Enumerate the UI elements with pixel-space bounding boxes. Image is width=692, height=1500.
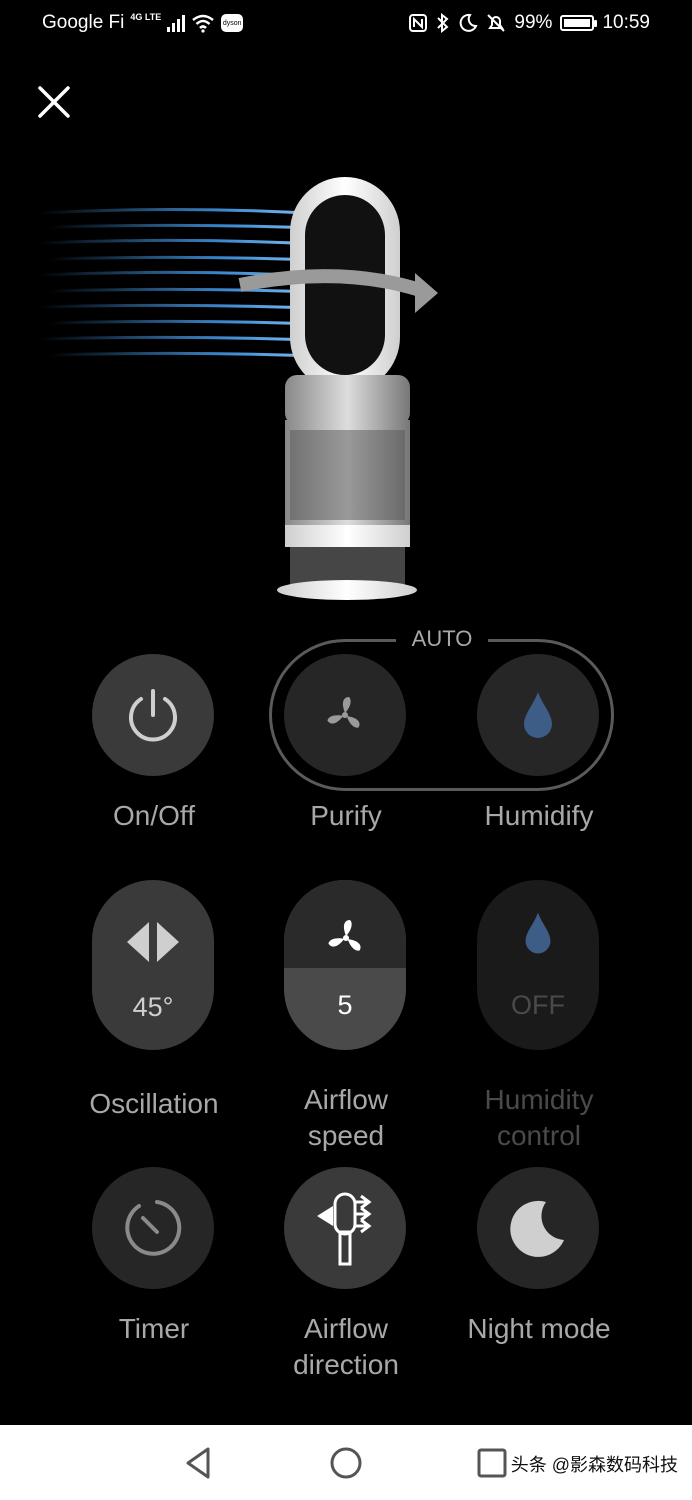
airflow-speed-button[interactable]: 5 <box>284 880 406 1050</box>
back-triangle-icon <box>186 1447 210 1479</box>
purifier-device-image <box>40 177 438 600</box>
purify-label: Purify <box>310 800 382 831</box>
airflow-direction-label-line1: Airflow <box>303 1313 388 1344</box>
humidity-control-value: OFF <box>511 990 565 1020</box>
night-mode-label: Night mode <box>467 1313 611 1344</box>
humidity-control-label-line2: control <box>496 1120 582 1151</box>
airflow-direction-label-line2: direction <box>293 1349 399 1380</box>
status-left: Google Fi 4G LTE dyson <box>42 12 244 34</box>
home-circle-icon <box>330 1447 362 1479</box>
oscillation-label: Oscillation <box>89 1088 219 1119</box>
home-button[interactable] <box>326 1443 366 1483</box>
back-button[interactable] <box>180 1443 220 1483</box>
humidify-label: Humidify <box>484 800 594 831</box>
night-mode-button[interactable] <box>477 1167 599 1289</box>
purify-button[interactable] <box>284 654 406 776</box>
oscillation-button[interactable]: 45° <box>92 880 214 1050</box>
humidity-control-button[interactable]: OFF <box>477 880 599 1050</box>
airflow-speed-value: 5 <box>337 990 353 1020</box>
airflow-direction-icon <box>317 1192 372 1266</box>
oscillation-arrows-icon <box>127 922 179 962</box>
network-type: 4G LTE <box>130 12 162 22</box>
humidity-control-label-line1: Humidity <box>484 1084 594 1115</box>
watermark-text: 头条 @影森数码科技 <box>510 1455 678 1475</box>
airflow-speed-label-line2: speed <box>307 1120 385 1151</box>
close-button[interactable] <box>34 82 74 122</box>
recents-button[interactable] <box>472 1443 512 1483</box>
timer-icon <box>125 1200 182 1256</box>
moon-icon <box>510 1200 564 1257</box>
oscillation-angle: 45° <box>132 992 174 1022</box>
auto-label: AUTO <box>396 624 488 654</box>
timer-label: Timer <box>118 1313 190 1344</box>
battery-icon <box>560 15 598 31</box>
power-icon <box>129 689 177 742</box>
fan-icon <box>328 920 361 951</box>
timer-button[interactable] <box>92 1167 214 1289</box>
airflow-direction-button[interactable] <box>284 1167 406 1289</box>
dyson-app-icon: dyson <box>221 14 244 32</box>
moon-icon <box>460 13 478 32</box>
wifi-icon <box>192 14 214 33</box>
recents-square-icon <box>477 1448 507 1478</box>
status-right: 99% 10:59 <box>408 12 650 34</box>
bluetooth-icon <box>437 13 449 33</box>
navigation-bar: 头条 @影森数码科技 <box>0 1425 692 1500</box>
nfc-icon <box>409 14 428 32</box>
battery-percent: 99% <box>514 12 553 33</box>
status-bar: Google Fi 4G LTE dyson 99% 10:59 <box>0 0 692 48</box>
signal-icon <box>167 14 186 32</box>
water-drop-icon <box>525 912 551 954</box>
mute-bell-icon <box>487 14 506 32</box>
airflow-speed-label-line1: Airflow <box>303 1084 388 1115</box>
close-icon <box>38 86 70 118</box>
clock: 10:59 <box>602 12 650 33</box>
carrier-name: Google Fi <box>42 12 125 33</box>
power-button[interactable] <box>92 654 214 776</box>
power-label: On/Off <box>113 800 195 831</box>
fan-icon <box>327 697 360 728</box>
humidify-button[interactable] <box>477 654 599 776</box>
water-drop-icon <box>524 692 552 738</box>
